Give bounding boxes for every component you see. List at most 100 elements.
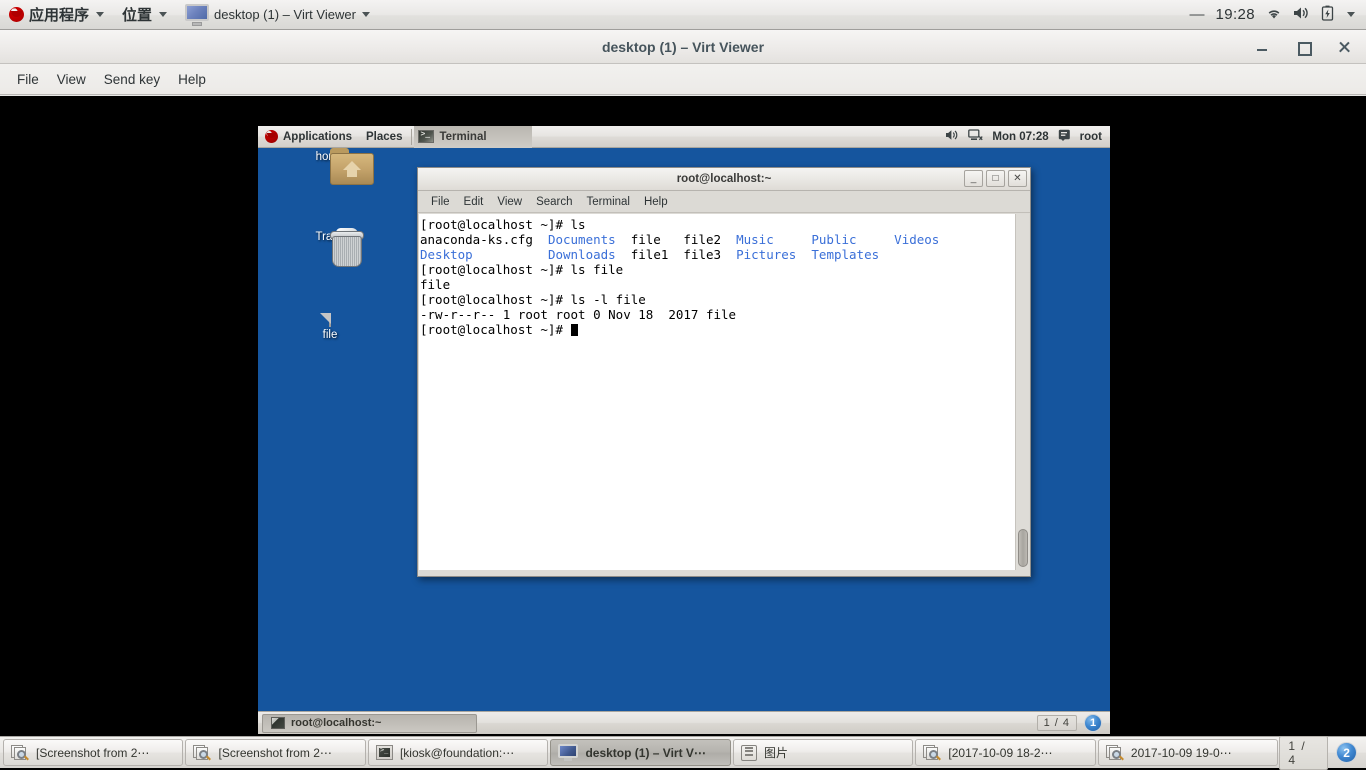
virt-viewer-window: desktop (1) – Virt Viewer File View Send… xyxy=(0,30,1366,736)
terminal-line: [root@localhost ~]# ls -l file xyxy=(420,292,1016,307)
menu-send-key[interactable]: Send key xyxy=(95,68,169,91)
host-taskbar-item-label: [Screenshot from 2⋯ xyxy=(218,746,331,760)
terminal-maximize-glyph: □ xyxy=(987,172,1004,186)
host-dash-label: — xyxy=(1189,6,1204,23)
terminal-text: -rw-r--r-- 1 root root 0 Nov 18 2017 fil… xyxy=(420,307,736,322)
host-taskbar-item-label: [2017-10-09 18-2⋯ xyxy=(948,746,1052,760)
host-taskbar-item[interactable]: [Screenshot from 2⋯ xyxy=(185,739,365,766)
screenshot-icon xyxy=(923,745,941,761)
host-clock[interactable]: 19:28 xyxy=(1215,6,1255,23)
menu-help[interactable]: Help xyxy=(169,68,215,91)
wifi-icon[interactable] xyxy=(1266,6,1282,23)
panel-separator xyxy=(411,129,412,145)
terminal-menu-terminal[interactable]: Terminal xyxy=(580,194,637,210)
close-icon[interactable] xyxy=(1336,39,1352,55)
terminal-line: anaconda-ks.cfg Documents file file2 Mus… xyxy=(420,232,1016,247)
host-taskbar-item[interactable]: [kiosk@foundation:⋯ xyxy=(368,739,548,766)
desktop-icon-file-label: file xyxy=(293,329,367,341)
guest-places-menu[interactable]: Places xyxy=(359,126,409,148)
host-applications-menu[interactable]: 应用程序 xyxy=(0,0,113,30)
guest-panel-task-terminal[interactable]: Terminal xyxy=(414,126,532,148)
guest-taskbar: root@localhost:~ 1 / 4 1 xyxy=(258,711,1110,734)
redhat-logo-icon xyxy=(265,130,278,143)
battery-icon[interactable] xyxy=(1321,5,1334,24)
host-taskbar-item-label: 2017-10-09 19-0⋯ xyxy=(1131,746,1232,760)
terminal-menubar: File Edit View Search Terminal Help xyxy=(418,191,1030,213)
terminal-directory-name: Videos xyxy=(894,232,939,247)
guest-workspace-count: 1 / 4 xyxy=(1037,715,1077,731)
menu-view[interactable]: View xyxy=(48,68,95,91)
desktop-icon-file[interactable]: file xyxy=(293,314,367,341)
terminal-maximize-button[interactable]: □ xyxy=(986,170,1005,187)
guest-workspace-badge[interactable]: 1 xyxy=(1084,714,1102,732)
terminal-window: root@localhost:~ _ □ ✕ File Edit View Se… xyxy=(417,167,1031,577)
volume-icon[interactable] xyxy=(945,129,959,144)
host-taskbar: [Screenshot from 2⋯ [Screenshot from 2⋯ [k… xyxy=(0,736,1366,768)
host-taskbar-item[interactable]: desktop (1) – Virt V⋯ xyxy=(550,739,730,766)
host-status-area: — 19:28 xyxy=(1189,5,1366,24)
host-window-title-label: desktop (1) – Virt Viewer xyxy=(214,7,356,22)
terminal-directory-name: Templates xyxy=(811,247,879,262)
chevron-down-icon[interactable] xyxy=(1347,12,1355,17)
file-document-icon xyxy=(329,313,331,327)
terminal-minimize-glyph: _ xyxy=(965,172,982,186)
user-icon xyxy=(1058,129,1071,144)
host-places-menu[interactable]: 位置 xyxy=(113,0,176,30)
maximize-icon[interactable] xyxy=(1295,39,1311,55)
guest-desktop: Applications Places Terminal xyxy=(258,126,1110,734)
terminal-menu-edit[interactable]: Edit xyxy=(457,194,491,210)
guest-places-label: Places xyxy=(366,131,402,143)
guest-applications-menu[interactable]: Applications xyxy=(258,126,359,148)
terminal-directory-name: Music xyxy=(736,232,774,247)
network-icon[interactable] xyxy=(968,129,983,144)
terminal-line: file xyxy=(420,277,1016,292)
guest-status-area: Mon 07:28 root xyxy=(945,129,1110,144)
guest-top-panel: Applications Places Terminal xyxy=(258,126,1110,148)
terminal-close-glyph: ✕ xyxy=(1009,172,1026,186)
desktop-icon-trash[interactable]: Trash xyxy=(293,228,367,243)
host-taskbar-item[interactable]: 2017-10-09 19-0⋯ xyxy=(1098,739,1278,766)
terminal-text: anaconda-ks.cfg xyxy=(420,232,548,247)
terminal-scrollbar[interactable] xyxy=(1015,214,1029,570)
terminal-line: Desktop Downloads file1 file3 Pictures T… xyxy=(420,247,1016,262)
archive-icon xyxy=(741,745,757,761)
guest-user-label[interactable]: root xyxy=(1080,131,1102,143)
terminal-minimize-button[interactable]: _ xyxy=(964,170,983,187)
screenshot-icon xyxy=(193,745,211,761)
terminal-icon xyxy=(376,745,393,760)
host-taskbar-item[interactable]: [Screenshot from 2⋯ xyxy=(3,739,183,766)
host-workspace-badge[interactable]: 2 xyxy=(1336,742,1357,763)
terminal-scrollbar-thumb[interactable] xyxy=(1018,529,1028,567)
terminal-directory-name: Desktop xyxy=(420,247,473,262)
terminal-icon xyxy=(418,130,434,143)
virt-viewer-titlebar: desktop (1) – Virt Viewer xyxy=(0,30,1366,64)
terminal-menu-help[interactable]: Help xyxy=(637,194,675,210)
host-taskbar-item[interactable]: 图片 xyxy=(733,739,913,766)
terminal-menu-file[interactable]: File xyxy=(424,194,457,210)
terminal-directory-name: Pictures xyxy=(736,247,796,262)
guest-taskbar-item-terminal[interactable]: root@localhost:~ xyxy=(262,714,477,733)
desktop-icon-home[interactable]: home xyxy=(293,148,367,163)
minimize-icon[interactable] xyxy=(1254,39,1270,55)
terminal-menu-search[interactable]: Search xyxy=(529,194,579,210)
guest-applications-label: Applications xyxy=(283,131,352,143)
guest-clock[interactable]: Mon 07:28 xyxy=(992,131,1048,143)
terminal-close-button[interactable]: ✕ xyxy=(1008,170,1027,187)
host-places-label: 位置 xyxy=(122,4,152,25)
terminal-text: [root@localhost ~]# ls xyxy=(420,217,586,232)
host-top-panel: 应用程序 位置 desktop (1) – Virt Viewer — 19:2… xyxy=(0,0,1366,30)
host-taskbar-item-label: desktop (1) – Virt V⋯ xyxy=(585,746,705,760)
terminal-screen[interactable]: [root@localhost ~]# lsanaconda-ks.cfg Do… xyxy=(419,214,1016,570)
terminal-text xyxy=(857,232,895,247)
terminal-text: [root@localhost ~]# ls -l file xyxy=(420,292,646,307)
volume-icon[interactable] xyxy=(1293,6,1310,23)
host-window-selector[interactable]: desktop (1) – Virt Viewer xyxy=(176,0,378,30)
host-taskbar-item-label: [Screenshot from 2⋯ xyxy=(36,746,149,760)
menu-file[interactable]: File xyxy=(8,68,48,91)
terminal-text: [root@localhost ~]# ls file xyxy=(420,262,623,277)
terminal-window-controls: _ □ ✕ xyxy=(964,170,1027,187)
host-taskbar-item[interactable]: [2017-10-09 18-2⋯ xyxy=(915,739,1095,766)
terminal-text: [root@localhost ~]# xyxy=(420,322,571,337)
terminal-menu-view[interactable]: View xyxy=(490,194,529,210)
terminal-line: -rw-r--r-- 1 root root 0 Nov 18 2017 fil… xyxy=(420,307,1016,322)
